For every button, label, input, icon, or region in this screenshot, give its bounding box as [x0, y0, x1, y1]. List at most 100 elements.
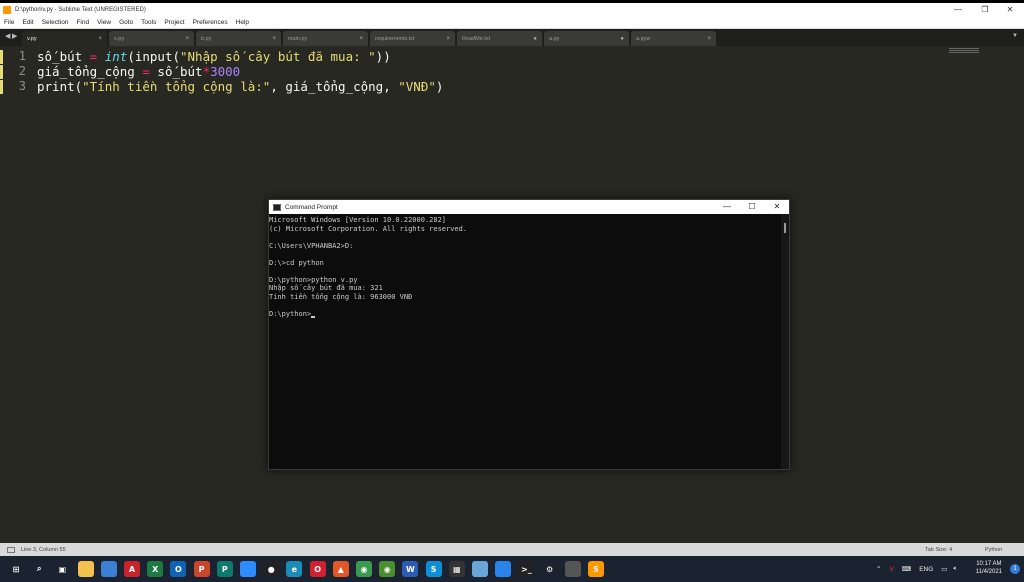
tab-label: b.py	[201, 35, 212, 42]
close-button[interactable]: ✕	[998, 3, 1022, 17]
window-titlebar[interactable]: D:\python\v.py - Sublime Text (UNREGISTE…	[0, 3, 1024, 17]
cursor-position: Line 3, Column 55	[21, 546, 66, 553]
cmd-scroll-thumb[interactable]	[784, 223, 786, 233]
keyboard-tray-icon[interactable]: ⌨	[902, 565, 911, 573]
code-line[interactable]: giá_tổng_cộng = số_bút*3000	[37, 64, 240, 79]
tab-nav-right-icon[interactable]: ▶	[12, 32, 17, 40]
syntax-mode[interactable]: Python	[985, 547, 1002, 553]
menu-item-preferences[interactable]: Preferences	[189, 19, 232, 26]
tab-dropdown-icon[interactable]: ▼	[1012, 33, 1018, 39]
clock-time: 10:17 AM	[976, 561, 1002, 567]
line-number: 1	[18, 49, 26, 63]
tab-nav-left-icon[interactable]: ◀	[5, 32, 10, 40]
terminal-icon[interactable]: >_	[518, 561, 535, 577]
record-icon[interactable]: ●	[263, 561, 280, 577]
tab-readme-txt[interactable]: ReadMe.txt ●	[457, 31, 542, 46]
menu-item-file[interactable]: File	[0, 19, 18, 26]
console-line: (c) Microsoft Corporation. All rights re…	[269, 225, 467, 234]
cmd-console-output[interactable]: Microsoft Windows [Version 10.0.22000.28…	[269, 214, 781, 469]
minimize-button[interactable]: —	[946, 3, 970, 17]
antivirus-tray-icon[interactable]: V	[889, 566, 893, 573]
windows-start-icon[interactable]: ⊞	[8, 561, 24, 577]
line-number: 3	[18, 79, 26, 93]
notification-badge[interactable]: 1	[1010, 564, 1020, 574]
powerpoint-icon[interactable]: P	[193, 561, 210, 577]
taskbar: ⊞ ⌕ ▣ A X O P P ● e O ▲ ◉ ◉ W S ▦ >_ ⚙ S ⌃ V ⌨ ENG ▭ 🔈︎ 10:…	[0, 556, 1024, 582]
cmd-scrollbar[interactable]	[781, 214, 789, 469]
tab-main-py[interactable]: main.py ×	[283, 31, 368, 46]
tab-close-icon[interactable]: ×	[185, 36, 189, 42]
minimap[interactable]	[949, 48, 979, 53]
task-view-icon[interactable]: ▣	[54, 561, 71, 577]
console-text: Nhập số cây bút đã mua: 321	[269, 284, 383, 292]
calculator-icon[interactable]: ▦	[448, 561, 465, 577]
chrome-alt-icon[interactable]: ◉	[379, 561, 396, 577]
panel-toggle-icon[interactable]	[7, 546, 15, 553]
code-line[interactable]: print("Tính tiền tổng cộng là:", giá_tổn…	[37, 79, 443, 94]
zoom-icon[interactable]	[240, 561, 256, 577]
code-token: "Nhập số cây bút đã mua: "	[180, 49, 376, 64]
code-token: print(	[37, 79, 83, 94]
tab-label: a.pyw	[636, 35, 651, 42]
cmd-maximize-button[interactable]: ☐	[740, 200, 764, 214]
photos-icon[interactable]	[472, 561, 488, 577]
menu-item-goto[interactable]: Goto	[115, 19, 137, 26]
tab-requirements-txt[interactable]: requirements.txt ×	[370, 31, 455, 46]
skype-icon[interactable]: S	[425, 561, 442, 577]
sublime-text-icon[interactable]: S	[588, 561, 604, 577]
tab-size[interactable]: Tab Size: 4	[925, 547, 952, 553]
status-bar: Line 3, Column 55 Tab Size: 4 Python	[0, 543, 1024, 556]
file-explorer-icon[interactable]	[77, 561, 94, 577]
cmd-titlebar[interactable]: Command Prompt — ☐ ✕	[269, 200, 789, 214]
publisher-icon[interactable]: P	[216, 561, 233, 577]
tab-close-icon[interactable]: ×	[98, 36, 102, 42]
brave-icon[interactable]: ▲	[332, 561, 349, 577]
menu-item-help[interactable]: Help	[232, 19, 253, 26]
opera-icon[interactable]: O	[309, 561, 326, 577]
command-prompt-window[interactable]: Command Prompt — ☐ ✕ Microsoft Windows […	[268, 199, 790, 470]
show-hidden-icons-icon[interactable]: ⌃	[876, 565, 881, 573]
console-line: C:\Users\VPHANBA2>D:	[269, 242, 353, 251]
tab-x-py[interactable]: x.py ×	[109, 31, 194, 46]
code-token: số_bút	[157, 64, 203, 79]
tab-close-icon[interactable]: ×	[707, 36, 711, 42]
cmd-minimize-button[interactable]: —	[715, 200, 739, 214]
search-icon[interactable]: ⌕	[31, 561, 48, 577]
menu-item-tools[interactable]: Tools	[137, 19, 160, 26]
unsaved-dot-icon[interactable]: ●	[533, 36, 537, 42]
acrobat-icon[interactable]: A	[124, 561, 140, 577]
outlook-icon[interactable]: O	[170, 561, 187, 577]
code-token: số_bút	[37, 49, 83, 64]
snipping-tool-icon[interactable]	[564, 561, 581, 577]
edge-icon[interactable]: e	[286, 561, 303, 577]
microsoft-store-icon[interactable]	[100, 561, 117, 577]
clock[interactable]: 10:17 AM 11/4/2021	[976, 560, 1002, 576]
excel-icon[interactable]: X	[147, 561, 164, 577]
tab-label: ReadMe.txt	[462, 35, 491, 42]
chrome-icon[interactable]: ◉	[356, 561, 372, 577]
tab-b-py[interactable]: b.py ×	[196, 31, 281, 46]
menu-item-edit[interactable]: Edit	[18, 19, 37, 26]
unsaved-dot-icon[interactable]: ●	[620, 36, 624, 42]
messenger-icon[interactable]	[495, 561, 512, 577]
tab-close-icon[interactable]: ×	[272, 36, 276, 42]
tab-a-pyw[interactable]: a.pyw ×	[631, 31, 716, 46]
language-indicator[interactable]: ENG	[919, 566, 933, 573]
cmd-close-button[interactable]: ✕	[765, 200, 789, 214]
settings-icon[interactable]: ⚙	[541, 561, 558, 577]
maximize-button[interactable]: ❐	[973, 3, 997, 17]
tab-a-py[interactable]: a.py ●	[544, 31, 629, 46]
menu-item-selection[interactable]: Selection	[38, 19, 73, 26]
network-icon[interactable]: ▭	[941, 565, 947, 573]
tab-close-icon[interactable]: ×	[446, 36, 450, 42]
menu-item-find[interactable]: Find	[72, 19, 93, 26]
tab-v-py[interactable]: v.py ×	[22, 31, 107, 46]
word-icon[interactable]: W	[402, 561, 419, 577]
clock-date: 11/4/2021	[975, 569, 1002, 575]
menu-item-project[interactable]: Project	[160, 19, 188, 26]
volume-icon[interactable]: 🔈︎	[953, 565, 957, 573]
menu-item-view[interactable]: View	[93, 19, 115, 26]
tab-label: main.py	[288, 35, 308, 42]
tab-close-icon[interactable]: ×	[359, 36, 363, 42]
code-line[interactable]: số_bút = int(input("Nhập số cây bút đã m…	[37, 49, 391, 64]
